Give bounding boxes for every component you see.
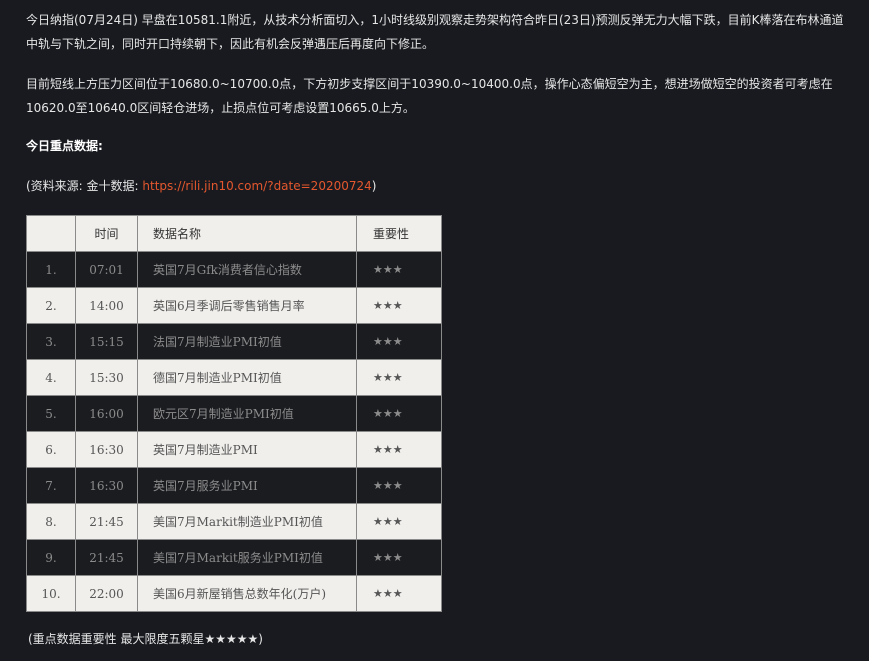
table-row: 9. 21:45 美国7月Markit服务业PMI初值 ★★★ <box>26 539 442 576</box>
row-number: 1. <box>26 251 76 288</box>
table-row: 6. 16:30 英国7月制造业PMI ★★★ <box>26 431 442 468</box>
row-number: 7. <box>26 467 76 504</box>
row-time: 15:30 <box>75 359 138 396</box>
row-importance-stars: ★★★ <box>356 359 442 396</box>
row-time: 07:01 <box>75 251 138 288</box>
source-link[interactable]: https://rili.jin10.com/?date=20200724 <box>142 179 371 193</box>
row-number: 10. <box>26 575 76 612</box>
analysis-paragraph-2: 目前短线上方压力区间位于10680.0~10700.0点，下方初步支撑区间于10… <box>26 77 833 115</box>
table-row: 2. 14:00 英国6月季调后零售销售月率 ★★★ <box>26 287 442 324</box>
row-data-name: 英国7月Gfk消费者信心指数 <box>137 251 357 288</box>
row-importance-stars: ★★★ <box>356 431 442 468</box>
row-time: 21:45 <box>75 503 138 540</box>
row-data-name: 欧元区7月制造业PMI初值 <box>137 395 357 432</box>
table-row: 7. 16:30 英国7月服务业PMI ★★★ <box>26 467 442 504</box>
row-data-name: 美国6月新屋销售总数年化(万户) <box>137 575 357 612</box>
row-number: 2. <box>26 287 76 324</box>
data-source-line: (资料来源: 金十数据: https://rili.jin10.com/?dat… <box>26 176 376 196</box>
row-number: 4. <box>26 359 76 396</box>
header-importance: 重要性 <box>356 215 442 252</box>
row-time: 16:30 <box>75 467 138 504</box>
table-row: 3. 15:15 法国7月制造业PMI初值 ★★★ <box>26 323 442 360</box>
row-data-name: 美国7月Markit制造业PMI初值 <box>137 503 357 540</box>
row-importance-stars: ★★★ <box>356 467 442 504</box>
row-importance-stars: ★★★ <box>356 251 442 288</box>
table-row: 5. 16:00 欧元区7月制造业PMI初值 ★★★ <box>26 395 442 432</box>
analysis-paragraph-1: 今日纳指(07月24日) 早盘在10581.1附近，从技术分析面切入，1小时线级… <box>26 13 844 51</box>
table-row: 1. 07:01 英国7月Gfk消费者信心指数 ★★★ <box>26 251 442 288</box>
table-header-row: 时间 数据名称 重要性 <box>26 215 442 252</box>
row-data-name: 英国7月制造业PMI <box>137 431 357 468</box>
row-importance-stars: ★★★ <box>356 395 442 432</box>
row-importance-stars: ★★★ <box>356 539 442 576</box>
row-data-name: 英国7月服务业PMI <box>137 467 357 504</box>
row-number: 9. <box>26 539 76 576</box>
economic-data-table: 时间 数据名称 重要性 1. 07:01 英国7月Gfk消费者信心指数 ★★★ … <box>26 215 442 612</box>
row-number: 6. <box>26 431 76 468</box>
row-data-name: 美国7月Markit服务业PMI初值 <box>137 539 357 576</box>
row-time: 16:30 <box>75 431 138 468</box>
source-suffix: ) <box>371 179 377 193</box>
importance-footnote: (重点数据重要性 最大限度五颗星★★★★★) <box>28 632 263 646</box>
row-time: 14:00 <box>75 287 138 324</box>
source-prefix: (资料来源: 金十数据: <box>26 179 143 193</box>
row-importance-stars: ★★★ <box>356 323 442 360</box>
row-number: 8. <box>26 503 76 540</box>
row-data-name: 英国6月季调后零售销售月率 <box>137 287 357 324</box>
table-row: 10. 22:00 美国6月新屋销售总数年化(万户) ★★★ <box>26 575 442 612</box>
row-importance-stars: ★★★ <box>356 503 442 540</box>
row-data-name: 法国7月制造业PMI初值 <box>137 323 357 360</box>
row-time: 22:00 <box>75 575 138 612</box>
row-number: 5. <box>26 395 76 432</box>
table-row: 8. 21:45 美国7月Markit制造业PMI初值 ★★★ <box>26 503 442 540</box>
row-time: 15:15 <box>75 323 138 360</box>
row-data-name: 德国7月制造业PMI初值 <box>137 359 357 396</box>
header-time: 时间 <box>75 215 138 252</box>
key-data-heading: 今日重点数据: <box>26 139 103 153</box>
row-time: 21:45 <box>75 539 138 576</box>
table-row: 4. 15:30 德国7月制造业PMI初值 ★★★ <box>26 359 442 396</box>
row-time: 16:00 <box>75 395 138 432</box>
row-importance-stars: ★★★ <box>356 287 442 324</box>
header-data-name: 数据名称 <box>137 215 357 252</box>
row-importance-stars: ★★★ <box>356 575 442 612</box>
row-number: 3. <box>26 323 76 360</box>
header-number <box>26 215 76 252</box>
